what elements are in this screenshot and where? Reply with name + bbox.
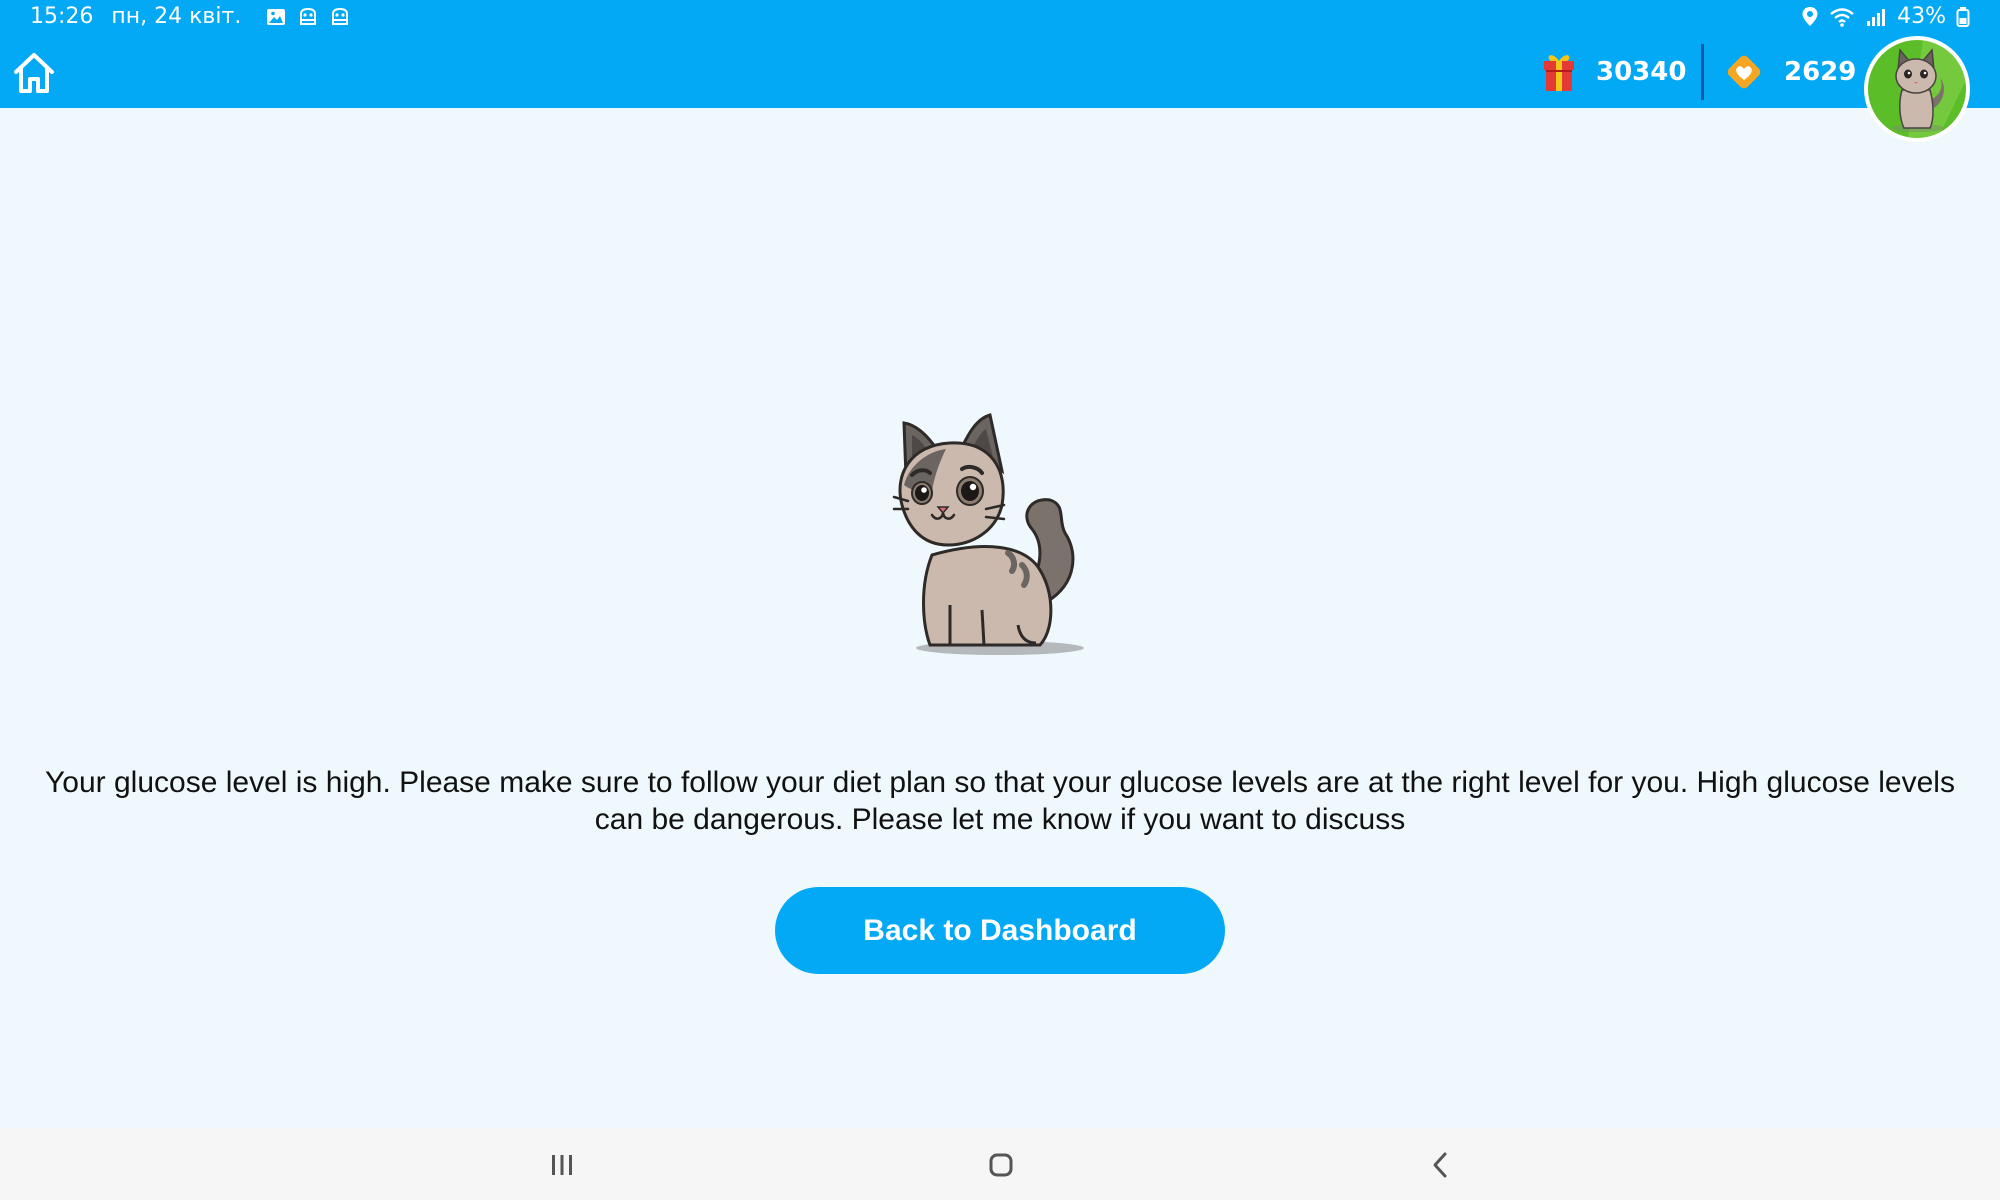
home-button[interactable] — [10, 50, 58, 96]
home-icon — [14, 53, 54, 93]
hearts-counter[interactable]: 2629 — [1724, 46, 1856, 98]
home-nav-button[interactable] — [971, 1140, 1031, 1190]
signal-icon — [1867, 8, 1886, 26]
app-notification-icon — [300, 7, 317, 25]
back-icon — [1433, 1152, 1447, 1178]
status-time: 15:26 — [30, 4, 94, 29]
gallery-icon — [267, 8, 286, 25]
cat-mascot-icon — [892, 413, 1084, 655]
system-nav-bar — [0, 1128, 2000, 1200]
status-right: 43% — [1801, 4, 1970, 29]
app-bar: 30340 2629 — [0, 36, 2000, 108]
status-left: 15:26 пн, 24 квіт. — [30, 4, 351, 29]
wifi-icon — [1830, 7, 1854, 27]
battery-percent: 43% — [1897, 4, 1946, 29]
status-bar: 15:26 пн, 24 квіт. 43% — [0, 0, 2000, 36]
counter-divider — [1701, 44, 1704, 100]
gifts-count: 30340 — [1596, 57, 1687, 87]
hearts-count: 2629 — [1784, 57, 1857, 87]
recent-apps-button[interactable] — [532, 1140, 592, 1190]
location-icon — [1802, 6, 1818, 26]
recent-apps-icon — [552, 1155, 572, 1175]
home-nav-icon — [989, 1153, 1013, 1177]
status-date: пн, 24 квіт. — [111, 4, 242, 29]
app-notification-icon — [332, 7, 349, 25]
profile-avatar[interactable] — [1864, 36, 1970, 142]
cat-avatar-icon — [1892, 40, 1966, 138]
notification-icons — [265, 6, 351, 28]
app-screen: 15:26 пн, 24 квіт. 43% 30340 2629 Your g… — [0, 0, 2000, 1200]
cat-illustration — [890, 405, 1090, 665]
gift-icon — [1544, 55, 1574, 91]
battery-icon — [1956, 6, 1970, 27]
back-nav-button[interactable] — [1411, 1140, 1471, 1190]
gifts-counter[interactable]: 30340 — [1542, 46, 1686, 98]
back-to-dashboard-button[interactable]: Back to Dashboard — [775, 887, 1225, 974]
heart-diamond-icon — [1727, 55, 1761, 89]
glucose-message: Your glucose level is high. Please make … — [45, 766, 1955, 836]
